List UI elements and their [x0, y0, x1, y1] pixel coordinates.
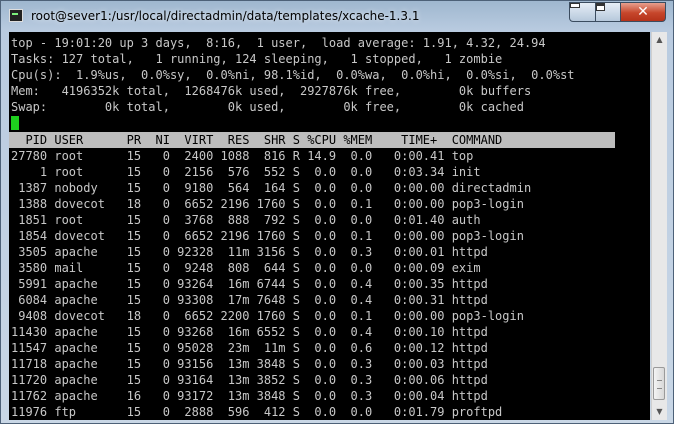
process-row: 3580 mail 15 0 9248 808 644 S 0.0 0.0 0:…: [11, 261, 481, 275]
window-title: root@sever1:/usr/local/directadmin/data/…: [31, 9, 420, 23]
process-row: 27780 root 15 0 2400 1088 816 R 14.9 0.0…: [11, 149, 474, 163]
top-mem-line: Mem: 4196352k total, 1268476k used, 2927…: [11, 84, 532, 98]
process-row: 11762 apache 16 0 93172 13m 3848 S 0.0 0…: [11, 389, 488, 403]
close-button[interactable]: ✕: [620, 2, 666, 22]
scroll-up-arrow-icon[interactable]: ▲: [652, 32, 667, 48]
top-cpu-line: Cpu(s): 1.9%us, 0.0%sy, 0.0%ni, 98.1%id,…: [11, 68, 575, 82]
process-header-text: PID USER PR NI VIRT RES SHR S %CPU %MEM …: [11, 133, 503, 147]
scrollbar-thumb[interactable]: [653, 367, 665, 400]
process-row: 6084 apache 15 0 93308 17m 7648 S 0.0 0.…: [11, 293, 488, 307]
process-row: 11718 apache 15 0 93156 13m 3848 S 0.0 0…: [11, 357, 488, 371]
minimize-icon: [570, 3, 580, 8]
process-row: 11430 apache 15 0 93268 16m 6552 S 0.0 0…: [11, 325, 488, 339]
top-uptime-line: top - 19:01:20 up 3 days, 8:16, 1 user, …: [11, 36, 546, 50]
terminal-window: root@sever1:/usr/local/directadmin/data/…: [0, 0, 674, 424]
process-row: 11720 apache 15 0 93164 13m 3852 S 0.0 0…: [11, 373, 488, 387]
terminal-screen[interactable]: top - 19:01:20 up 3 days, 8:16, 1 user, …: [9, 32, 650, 420]
process-row: 1387 nobody 15 0 9180 564 164 S 0.0 0.0 …: [11, 181, 532, 195]
vertical-scrollbar[interactable]: ▲ ▼: [651, 32, 667, 420]
minimize-button[interactable]: [569, 2, 596, 22]
process-row: 1851 root 15 0 3768 888 792 S 0.0 0.0 0:…: [11, 213, 481, 227]
process-row: 11976 ftp 15 0 2888 596 412 S 0.0 0.0 0:…: [11, 405, 503, 419]
terminal-app-icon[interactable]: [9, 9, 23, 22]
process-row: 1388 dovecot 18 0 6652 2196 1760 S 0.0 0…: [11, 197, 524, 211]
process-row: 1854 dovecot 15 0 6652 2196 1760 S 0.0 0…: [11, 229, 524, 243]
maximize-button[interactable]: [595, 2, 621, 22]
maximize-icon: [596, 3, 605, 11]
process-row: 3505 apache 15 0 92328 11m 3156 S 0.0 0.…: [11, 245, 488, 259]
process-row: 11547 apache 15 0 95028 23m 11m S 0.0 0.…: [11, 341, 488, 355]
top-tasks-line: Tasks: 127 total, 1 running, 124 sleepin…: [11, 52, 503, 66]
process-row: 5991 apache 15 0 93264 16m 6744 S 0.0 0.…: [11, 277, 488, 291]
process-row: 9408 dovecot 18 0 6652 2200 1760 S 0.0 0…: [11, 309, 524, 323]
terminal-cursor: [11, 116, 19, 130]
process-table-header: PID USER PR NI VIRT RES SHR S %CPU %MEM …: [9, 132, 615, 148]
title-bar[interactable]: root@sever1:/usr/local/directadmin/data/…: [1, 1, 673, 31]
scroll-down-arrow-icon[interactable]: ▼: [652, 404, 667, 420]
close-icon: ✕: [637, 4, 649, 20]
process-row: 1 root 15 0 2156 576 552 S 0.0 0.0 0:03.…: [11, 165, 481, 179]
top-swap-line: Swap: 0k total, 0k used, 0k free, 0k cac…: [11, 100, 524, 114]
